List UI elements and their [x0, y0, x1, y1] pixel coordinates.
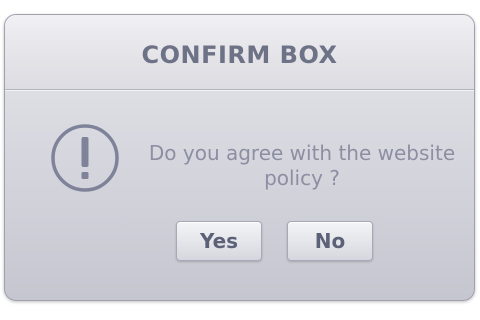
dialog-title: CONFIRM BOX — [141, 41, 338, 69]
exclamation-circle-icon — [51, 124, 119, 192]
dialog-header: CONFIRM BOX — [5, 15, 474, 90]
yes-button[interactable]: Yes — [176, 221, 262, 261]
no-button[interactable]: No — [287, 221, 373, 261]
confirm-dialog: CONFIRM BOX Do you agree with the websit… — [4, 14, 475, 301]
dialog-message: Do you agree with the website policy ? — [148, 141, 456, 190]
